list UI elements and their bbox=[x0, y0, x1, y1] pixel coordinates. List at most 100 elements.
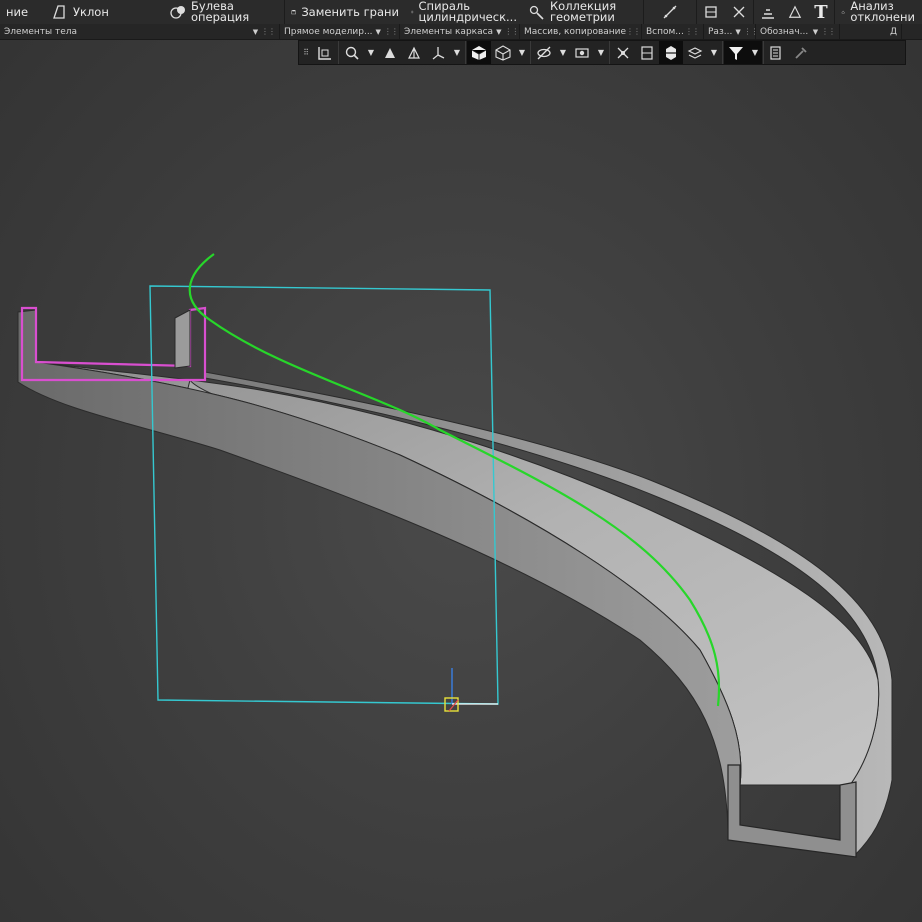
cut-view-icon bbox=[666, 45, 676, 60]
group-partial[interactable]: Д bbox=[840, 24, 902, 39]
constraints-icon bbox=[617, 47, 629, 58]
ribbon-groups: Элементы тела ▼ ⋮⋮ Прямое моделир... ▼ ⋮… bbox=[0, 24, 922, 40]
axes-button[interactable] bbox=[426, 41, 450, 64]
eye-dropdown[interactable]: ▼ bbox=[594, 41, 608, 64]
text-button[interactable]: T bbox=[808, 0, 834, 24]
group-label: Обознач... bbox=[760, 26, 809, 37]
line-button[interactable] bbox=[644, 0, 696, 24]
grip-icon[interactable]: ⋮⋮ bbox=[744, 27, 755, 36]
geometry-collection-icon bbox=[529, 5, 544, 20]
grip-icon[interactable]: ⋮⋮ bbox=[821, 27, 836, 36]
group-array-copy[interactable]: Массив, копирование ⋮⋮ bbox=[520, 24, 642, 39]
layers-icon bbox=[762, 9, 774, 19]
properties-icon bbox=[770, 45, 781, 60]
shaded-view-button[interactable] bbox=[378, 41, 402, 64]
measure-button[interactable] bbox=[725, 0, 753, 24]
boolean-label: Булева операция bbox=[191, 0, 250, 24]
group-label: Элементы тела bbox=[4, 26, 78, 37]
group-direct-modeling[interactable]: Прямое моделир... ▼ ⋮⋮ bbox=[280, 24, 400, 39]
spiral-button[interactable]: Спираль цилиндрическ... bbox=[405, 0, 523, 24]
ribbon-item-partial[interactable]: ние bbox=[0, 0, 46, 24]
eyedropper-button[interactable] bbox=[789, 41, 813, 64]
hide-icon bbox=[537, 46, 551, 59]
axis-y bbox=[448, 699, 459, 712]
deviation-analysis-button[interactable]: Анализ отклонени bbox=[835, 0, 921, 24]
group-label: Д bbox=[889, 26, 897, 37]
axes-icon bbox=[432, 46, 445, 60]
deviation-analysis-icon bbox=[841, 10, 845, 14]
drawing-button[interactable] bbox=[782, 0, 808, 24]
wireframe-icon bbox=[408, 46, 420, 59]
chevron-down-icon[interactable]: ▼ bbox=[496, 28, 501, 36]
measure-icon bbox=[733, 6, 745, 18]
chevron-down-icon[interactable]: ▼ bbox=[813, 28, 818, 36]
text-icon: T bbox=[814, 1, 828, 23]
hide-dropdown[interactable]: ▼ bbox=[556, 41, 570, 64]
deviation-analysis-label: Анализ отклонени bbox=[850, 0, 915, 24]
section-button[interactable] bbox=[635, 41, 659, 64]
replace-face-button[interactable]: Заменить грани bbox=[285, 0, 405, 24]
layers-dropdown[interactable]: ▼ bbox=[707, 41, 721, 64]
layers-view-icon bbox=[687, 46, 703, 59]
group-label: Раз... bbox=[708, 26, 733, 37]
chevron-down-icon[interactable]: ▼ bbox=[735, 28, 740, 36]
geometry-collection-button[interactable]: Коллекция геометрии bbox=[523, 0, 643, 24]
replace-face-label: Заменить грани bbox=[301, 4, 399, 19]
orientation-icon bbox=[318, 46, 331, 60]
line-icon bbox=[663, 5, 677, 19]
viewport[interactable] bbox=[0, 0, 922, 922]
grip-icon[interactable]: ⋮⋮ bbox=[626, 27, 641, 36]
solid-cube-button[interactable] bbox=[467, 41, 491, 64]
filter-dropdown[interactable]: ▼ bbox=[748, 41, 762, 64]
zoom-dropdown[interactable]: ▼ bbox=[364, 41, 378, 64]
draft-icon bbox=[53, 5, 65, 19]
filter-button[interactable] bbox=[724, 41, 748, 64]
filter-icon bbox=[729, 46, 743, 60]
display-dropdown[interactable]: ▼ bbox=[515, 41, 529, 64]
layers-view-button[interactable] bbox=[683, 41, 707, 64]
eye-button[interactable] bbox=[570, 41, 594, 64]
cube-wire-icon bbox=[495, 44, 511, 61]
start-profile-inner-wall bbox=[174, 309, 191, 369]
eye-icon bbox=[575, 47, 589, 58]
grip-icon[interactable]: ⋮⋮ bbox=[384, 27, 399, 36]
wireframe-button[interactable] bbox=[402, 41, 426, 64]
boolean-button[interactable]: Булева операция bbox=[164, 0, 284, 24]
cut-view-button[interactable] bbox=[659, 41, 683, 64]
group-auxiliary[interactable]: Вспом... ⋮⋮ bbox=[642, 24, 704, 39]
grip-icon[interactable]: ⋮⋮ bbox=[261, 27, 276, 36]
wire-cube-button[interactable] bbox=[491, 41, 515, 64]
chevron-down-icon[interactable]: ▼ bbox=[253, 28, 258, 36]
toolbar-grip[interactable]: ⠿ bbox=[299, 41, 313, 64]
properties-button[interactable] bbox=[765, 41, 789, 64]
group-wireframe-elements[interactable]: Элементы каркаса ▼ ⋮⋮ bbox=[400, 24, 520, 39]
spiral-label: Спираль цилиндрическ... bbox=[418, 0, 517, 24]
dimension-icon bbox=[705, 6, 717, 18]
group-designations[interactable]: Обознач... ▼ ⋮⋮ bbox=[756, 24, 840, 39]
group-label: Прямое моделир... bbox=[284, 26, 373, 37]
zoom-button[interactable] bbox=[340, 41, 364, 64]
dimension-button[interactable] bbox=[697, 0, 725, 24]
ribbon-label: ние bbox=[6, 4, 29, 19]
grip-icon[interactable]: ⋮⋮ bbox=[504, 27, 519, 36]
eyedropper-icon bbox=[795, 46, 807, 59]
group-label: Массив, копирование bbox=[524, 26, 627, 37]
draft-button[interactable]: Уклон bbox=[46, 0, 164, 24]
layers-button[interactable] bbox=[754, 0, 782, 24]
group-sections[interactable]: Раз... ▼ ⋮⋮ bbox=[704, 24, 756, 39]
spiral-icon bbox=[411, 10, 414, 14]
orientation-button[interactable] bbox=[313, 41, 337, 64]
group-body-elements[interactable]: Элементы тела ▼ ⋮⋮ bbox=[0, 24, 280, 39]
section-icon bbox=[641, 45, 653, 60]
constraints-button[interactable] bbox=[611, 41, 635, 64]
hide-button[interactable] bbox=[532, 41, 556, 64]
cube-solid-icon bbox=[471, 45, 487, 60]
ribbon-toolbar: ние Уклон Булева операция Заменить грани… bbox=[0, 0, 922, 25]
group-label: Вспом... bbox=[646, 26, 684, 37]
zoom-icon bbox=[345, 46, 359, 60]
drawing-icon bbox=[788, 5, 802, 18]
shading-dropdown[interactable]: ▼ bbox=[450, 41, 464, 64]
chevron-down-icon[interactable]: ▼ bbox=[376, 28, 381, 36]
grip-icon[interactable]: ⋮⋮ bbox=[685, 27, 700, 36]
replace-face-icon bbox=[291, 10, 296, 15]
